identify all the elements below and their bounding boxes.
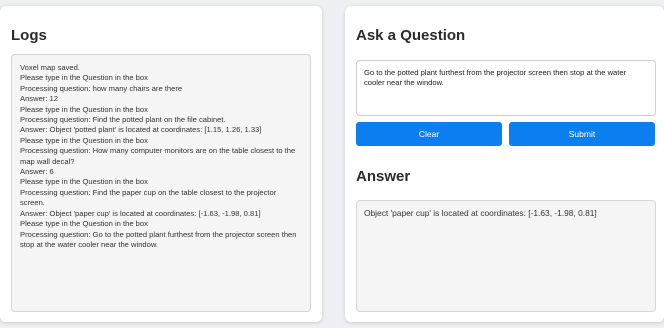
log-line: Please type in the Question in the box [20,219,148,229]
question-panel: Ask a Question Go to the potted plant fu… [345,6,664,322]
log-line: Processing question: Find the paper cup … [20,187,277,208]
log-line: Answer: 6 [20,167,54,177]
logs-title: Logs [11,27,47,44]
log-line: Please type in the Question in the box [20,135,148,145]
log-line: Please type in the Question in the box [20,177,148,187]
log-line: Please type in the Question in the box [20,73,148,83]
log-line: Processing question: How many computer m… [20,146,296,166]
answer-output: Object 'paper cup' is located at coordin… [356,200,656,312]
log-line: Answer: 12 [20,94,58,104]
log-line: Answer: Object 'paper cup' is located at… [20,208,261,218]
log-line: Processing question: how many chairs are… [20,83,183,93]
ask-question-title: Ask a Question [356,27,466,44]
log-line: Processing question: Find the potted pla… [20,115,226,125]
question-input[interactable]: Go to the potted plant furthest from the… [356,60,656,116]
logs-panel: Logs Voxel map saved. Please type in the… [0,6,322,322]
answer-title: Answer [356,168,411,185]
log-line: Processing question: Go to the potted pl… [20,229,297,249]
clear-button[interactable]: Clear [356,122,502,146]
log-line: Please type in the Question in the box [20,104,148,114]
log-output[interactable]: Voxel map saved. Please type in the Ques… [11,54,311,312]
log-line: Voxel map saved. [20,63,80,72]
log-line: Answer: Object 'potted plant' is located… [20,125,262,135]
submit-button[interactable]: Submit [509,122,655,146]
